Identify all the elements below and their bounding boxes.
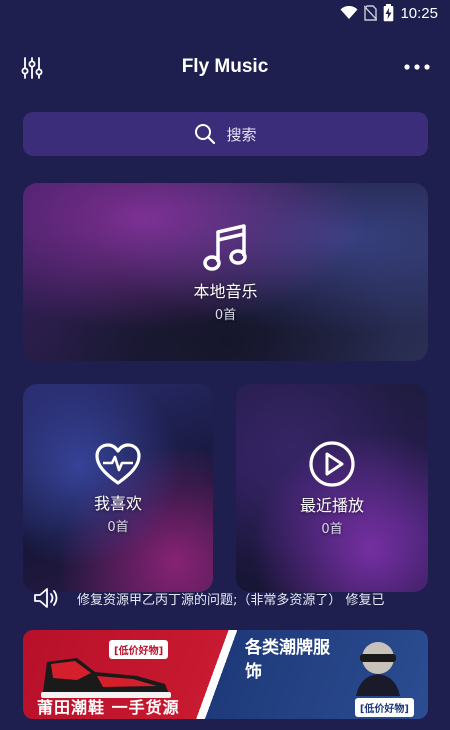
music-note-icon xyxy=(202,223,247,271)
speaker-icon xyxy=(34,588,58,608)
model-image xyxy=(356,642,400,696)
heart-pulse-icon xyxy=(95,442,141,485)
status-bar: 10:25 xyxy=(0,0,450,28)
wifi-icon xyxy=(340,6,358,19)
ad-tag-left: [低价好物] xyxy=(109,640,169,659)
notice-bar: 修复资源甲乙丙丁源的问题;（非常多资源了） 修复已 xyxy=(33,584,423,612)
more-dots-icon[interactable] xyxy=(404,62,430,72)
ad-left-title: 莆田潮鞋 一手货源 xyxy=(37,698,180,717)
recent-count: 0首 xyxy=(321,521,343,537)
status-icons: 10:25 xyxy=(340,4,438,22)
local-music-label: 本地音乐 xyxy=(193,281,258,301)
search-placeholder: 搜索 xyxy=(226,125,257,144)
ad-banner[interactable]: [低价好物] 莆田潮鞋 一手货源 各类潮牌服饰 [低价好物] xyxy=(23,630,428,719)
no-sim-icon xyxy=(364,5,378,21)
local-music-count: 0首 xyxy=(214,307,237,323)
ad-right-title: 各类潮牌服饰 xyxy=(245,638,330,682)
notice-text: 修复资源甲乙丙丁源的问题;（非常多资源了） 修复已 xyxy=(77,592,385,608)
recent-label: 最近播放 xyxy=(299,495,364,515)
local-music-card[interactable]: 本地音乐 0首 xyxy=(23,183,428,361)
favorites-count: 0首 xyxy=(107,519,129,535)
favorites-card[interactable]: 我喜欢 0首 xyxy=(23,384,213,592)
battery-charging-icon xyxy=(384,4,394,22)
top-bar: Fly Music xyxy=(0,40,450,96)
search-bar[interactable]: 搜索 xyxy=(23,112,428,156)
play-circle-icon xyxy=(309,440,355,487)
app-title: Fly Music xyxy=(181,56,269,77)
ad-tag-right: [低价好物] xyxy=(354,698,414,717)
search-icon xyxy=(195,124,216,145)
recent-card[interactable]: 最近播放 0首 xyxy=(236,384,428,592)
status-time: 10:25 xyxy=(400,4,438,22)
favorites-label: 我喜欢 xyxy=(93,493,142,513)
